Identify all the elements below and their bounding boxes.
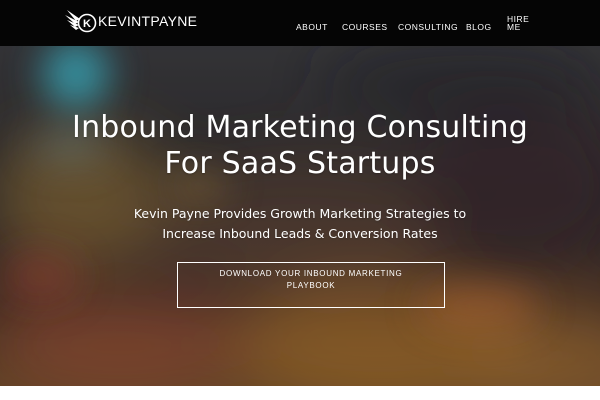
nav-item-blog[interactable]: BLOG: [466, 22, 492, 32]
cta-label-line2: PLAYBOOK: [286, 281, 336, 290]
hero-content: Inbound Marketing Consulting For SaaS St…: [0, 46, 600, 386]
download-playbook-button[interactable]: DOWNLOAD YOUR INBOUND MARKETING PLAYBOOK: [177, 262, 445, 308]
top-navbar: K KEVINTPAYNE ABOUT COURSES CONSULTING B…: [0, 0, 600, 46]
hero-title-line1: Inbound Marketing Consulting: [72, 110, 528, 145]
nav-item-courses[interactable]: COURSES: [342, 22, 388, 32]
nav-item-consulting[interactable]: CONSULTING: [398, 22, 458, 32]
main-nav: ABOUT COURSES CONSULTING BLOG HIRE ME: [0, 0, 600, 46]
nav-hire-me-line2: ME: [507, 22, 521, 32]
hero-subtitle: Kevin Payne Provides Growth Marketing St…: [0, 204, 600, 244]
hero-subtitle-line1: Kevin Payne Provides Growth Marketing St…: [133, 206, 467, 221]
cta-label-line1: DOWNLOAD YOUR INBOUND MARKETING: [219, 269, 403, 278]
page-bottom-strip: [0, 386, 600, 400]
nav-item-hire-me[interactable]: HIRE ME: [507, 15, 529, 32]
hero-title: Inbound Marketing Consulting For SaaS St…: [0, 110, 600, 182]
hero-subtitle-line2: Increase Inbound Leads & Conversion Rate…: [162, 226, 438, 241]
hero-section: Inbound Marketing Consulting For SaaS St…: [0, 46, 600, 386]
hero-title-line2: For SaaS Startups: [164, 146, 436, 181]
nav-item-about[interactable]: ABOUT: [296, 22, 328, 32]
page: K KEVINTPAYNE ABOUT COURSES CONSULTING B…: [0, 0, 600, 400]
